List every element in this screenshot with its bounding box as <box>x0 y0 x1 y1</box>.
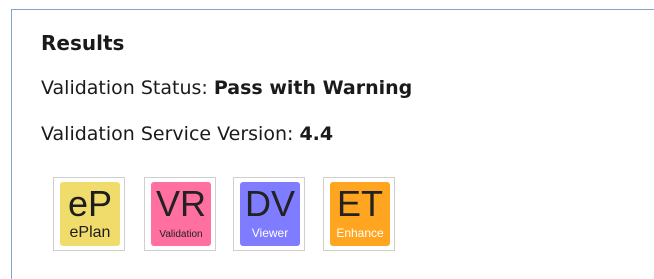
eplan-abbr: eP <box>67 183 113 224</box>
validation-status-label: Validation Status: <box>41 77 214 99</box>
eplan-app-icon: eP ePlan <box>60 182 120 246</box>
enhance-label: Enhance <box>336 226 384 240</box>
eplan-label: ePlan <box>69 224 111 241</box>
viewer-app-button[interactable]: DV Viewer <box>233 177 305 251</box>
validation-app-icon: VR Validation <box>151 182 211 246</box>
enhance-abbr: ET <box>336 183 383 224</box>
validation-abbr: VR <box>155 183 206 224</box>
eplan-app-button[interactable]: eP ePlan <box>53 177 125 251</box>
viewer-label: Viewer <box>251 226 289 240</box>
validation-version-line: Validation Service Version: 4.4 <box>41 123 333 145</box>
validation-label: Validation <box>159 229 203 240</box>
validation-version-label: Validation Service Version: <box>41 123 300 145</box>
validation-status-line: Validation Status: Pass with Warning <box>41 77 412 99</box>
results-heading: Results <box>41 31 125 55</box>
enhance-app-button[interactable]: ET Enhance <box>323 177 395 251</box>
viewer-app-icon: DV Viewer <box>240 182 300 246</box>
validation-version-value: 4.4 <box>299 123 334 145</box>
viewer-abbr: DV <box>244 183 295 224</box>
validation-app-button[interactable]: VR Validation <box>144 177 216 251</box>
enhance-app-icon: ET Enhance <box>330 182 390 246</box>
validation-status-value: Pass with Warning <box>213 77 413 99</box>
